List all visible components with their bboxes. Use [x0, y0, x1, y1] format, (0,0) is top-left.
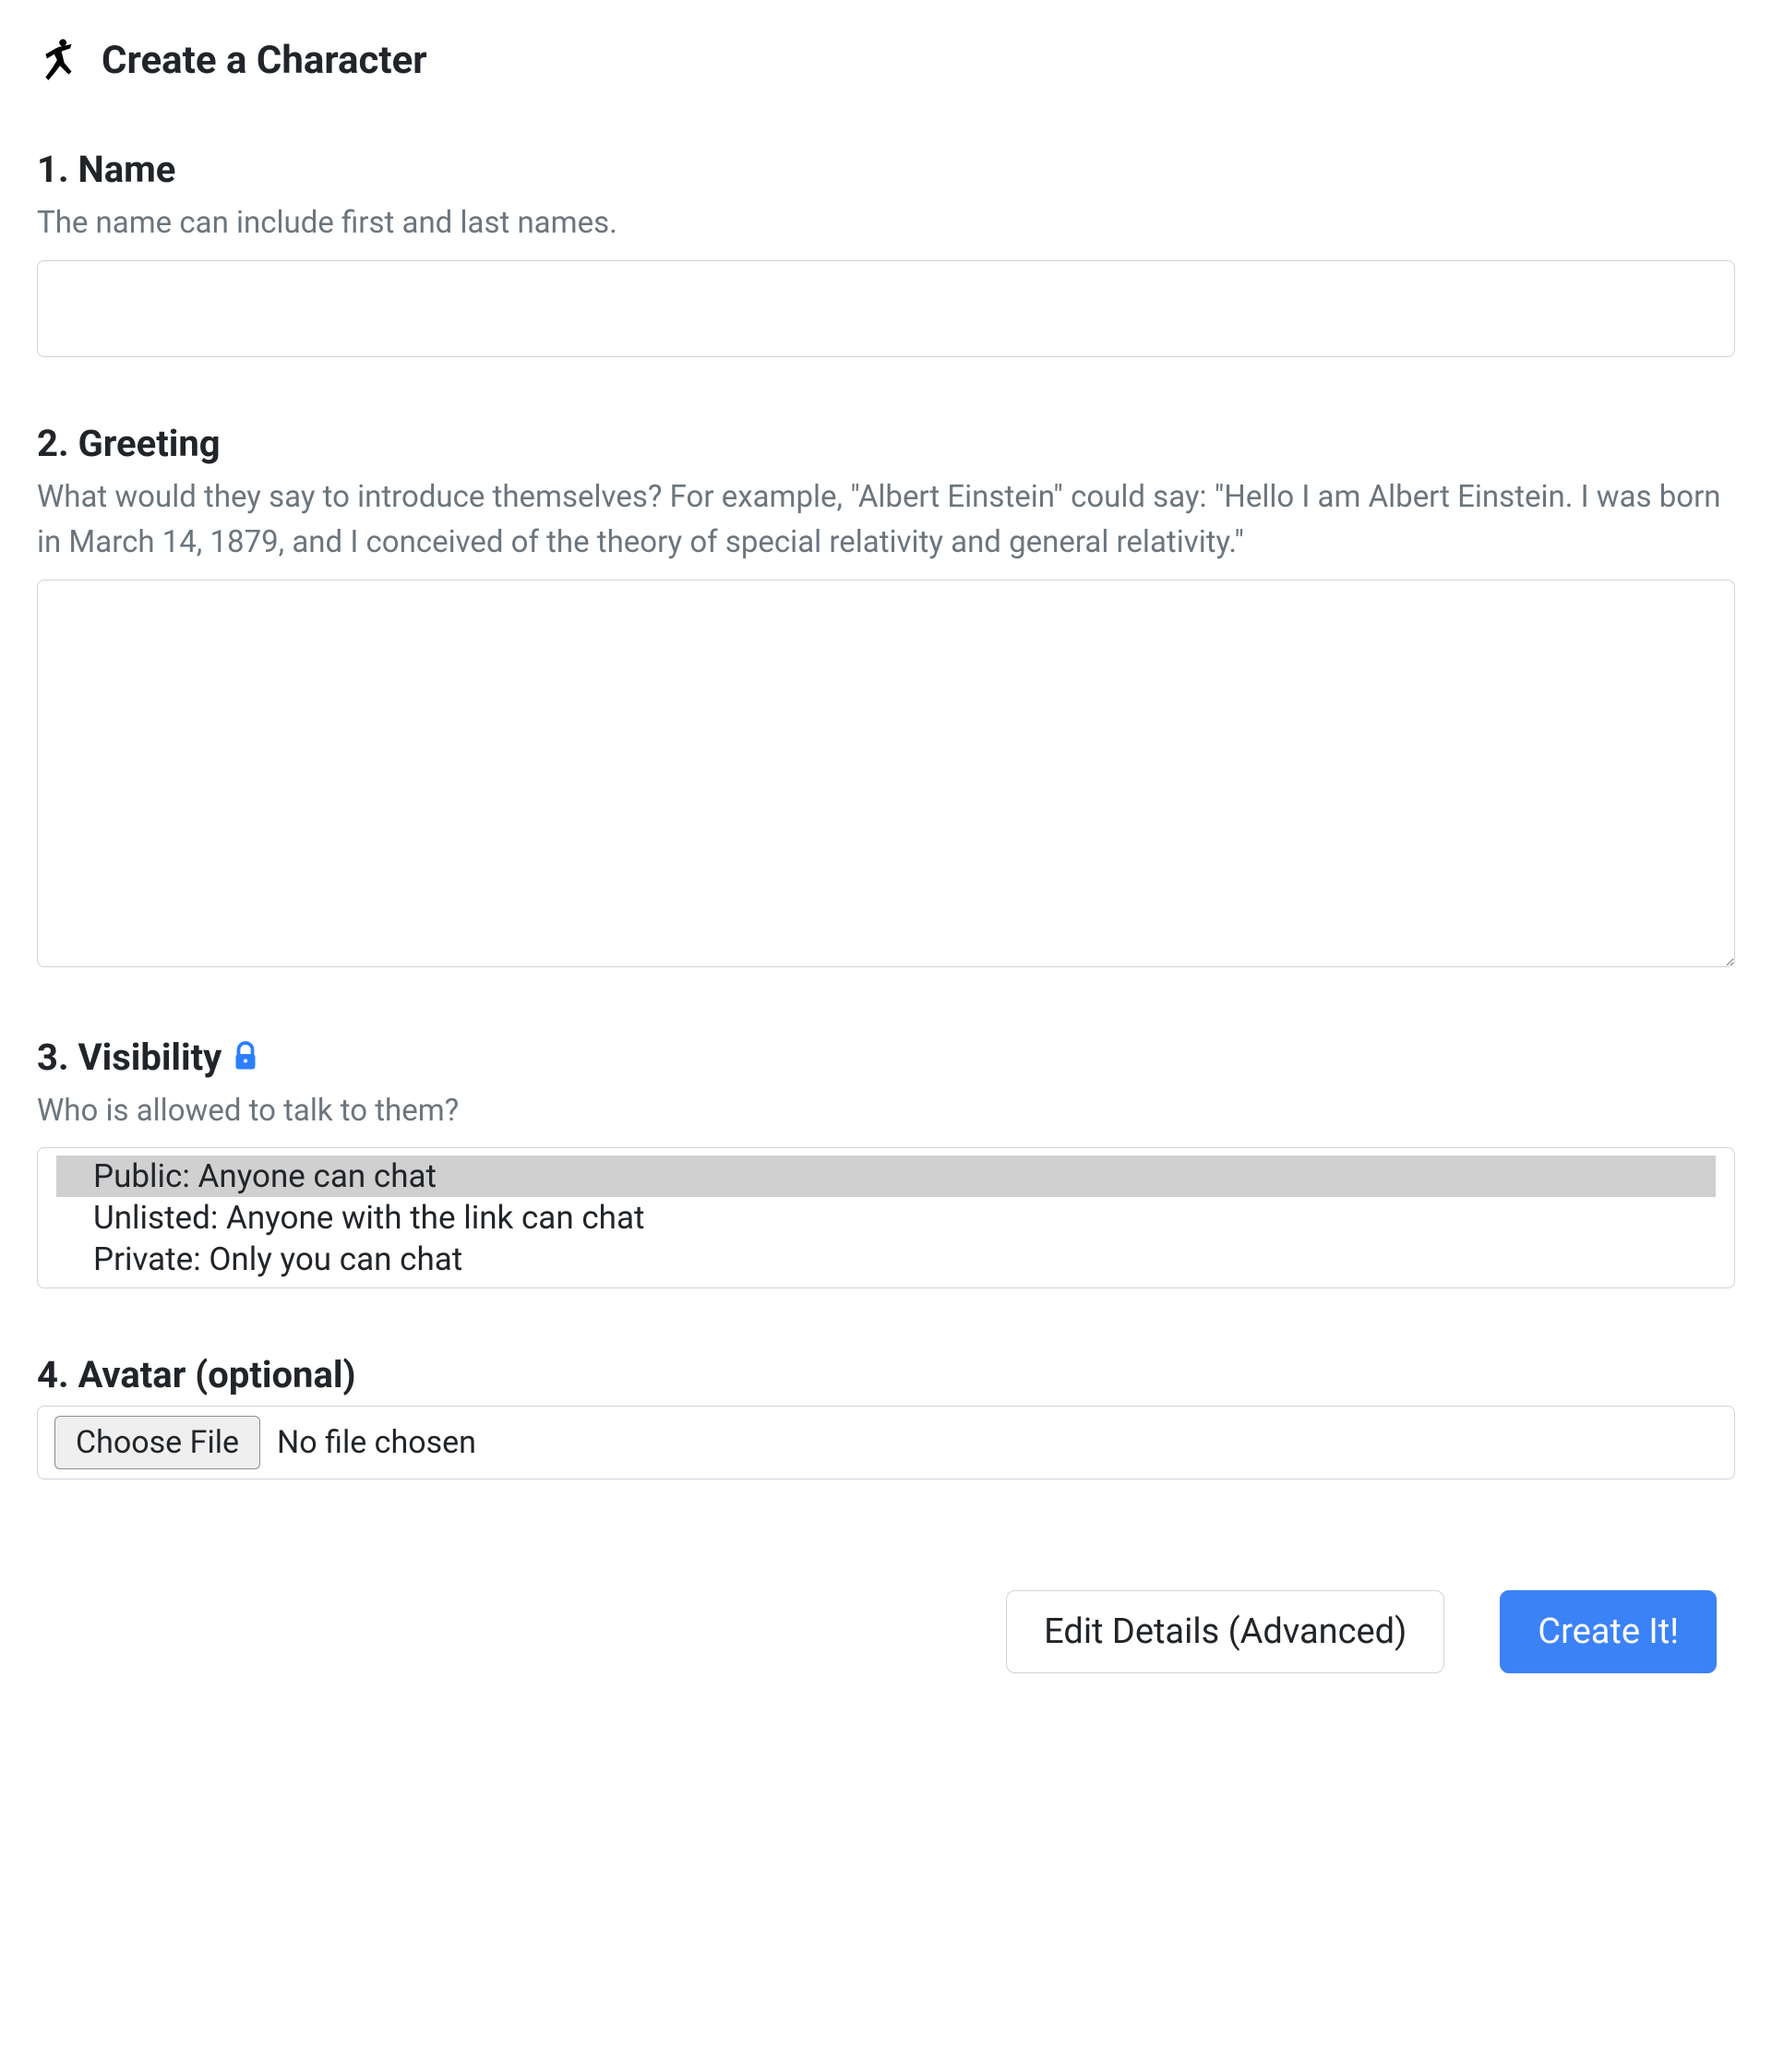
name-input[interactable]	[37, 260, 1735, 357]
choose-file-button[interactable]: Choose File	[54, 1416, 260, 1469]
edit-details-button[interactable]: Edit Details (Advanced)	[1006, 1590, 1444, 1673]
greeting-textarea[interactable]	[37, 580, 1735, 967]
visibility-option-private[interactable]: Private: Only you can chat	[56, 1239, 1716, 1280]
visibility-select[interactable]: Public: Anyone can chat Unlisted: Anyone…	[37, 1147, 1735, 1288]
button-row: Edit Details (Advanced) Create It!	[37, 1590, 1735, 1673]
create-it-button[interactable]: Create It!	[1500, 1590, 1717, 1673]
section-visibility: 3. Visibility Who is allowed to talk to …	[37, 1036, 1735, 1289]
section-avatar: 4. Avatar (optional) Choose File No file…	[37, 1353, 1735, 1479]
section-name: 1. Name The name can include first and l…	[37, 148, 1735, 357]
section-name-desc: The name can include first and last name…	[37, 200, 1735, 246]
person-dancing-icon	[37, 37, 83, 83]
section-visibility-title: 3. Visibility	[37, 1036, 1735, 1079]
section-visibility-title-text: 3. Visibility	[37, 1036, 222, 1079]
section-greeting: 2. Greeting What would they say to intro…	[37, 422, 1735, 971]
section-visibility-desc: Who is allowed to talk to them?	[37, 1088, 1735, 1134]
section-greeting-title: 2. Greeting	[37, 422, 1735, 465]
section-name-title: 1. Name	[37, 148, 1735, 191]
page-title: Create a Character	[102, 38, 427, 83]
avatar-upload-box: Choose File No file chosen	[37, 1406, 1735, 1479]
visibility-option-public[interactable]: Public: Anyone can chat	[56, 1156, 1716, 1197]
page-header: Create a Character	[37, 37, 1735, 83]
section-greeting-desc: What would they say to introduce themsel…	[37, 474, 1735, 566]
section-avatar-title: 4. Avatar (optional)	[37, 1353, 1735, 1396]
visibility-option-unlisted[interactable]: Unlisted: Anyone with the link can chat	[56, 1197, 1716, 1239]
lock-icon	[229, 1040, 262, 1073]
file-status-text: No file chosen	[277, 1424, 476, 1461]
